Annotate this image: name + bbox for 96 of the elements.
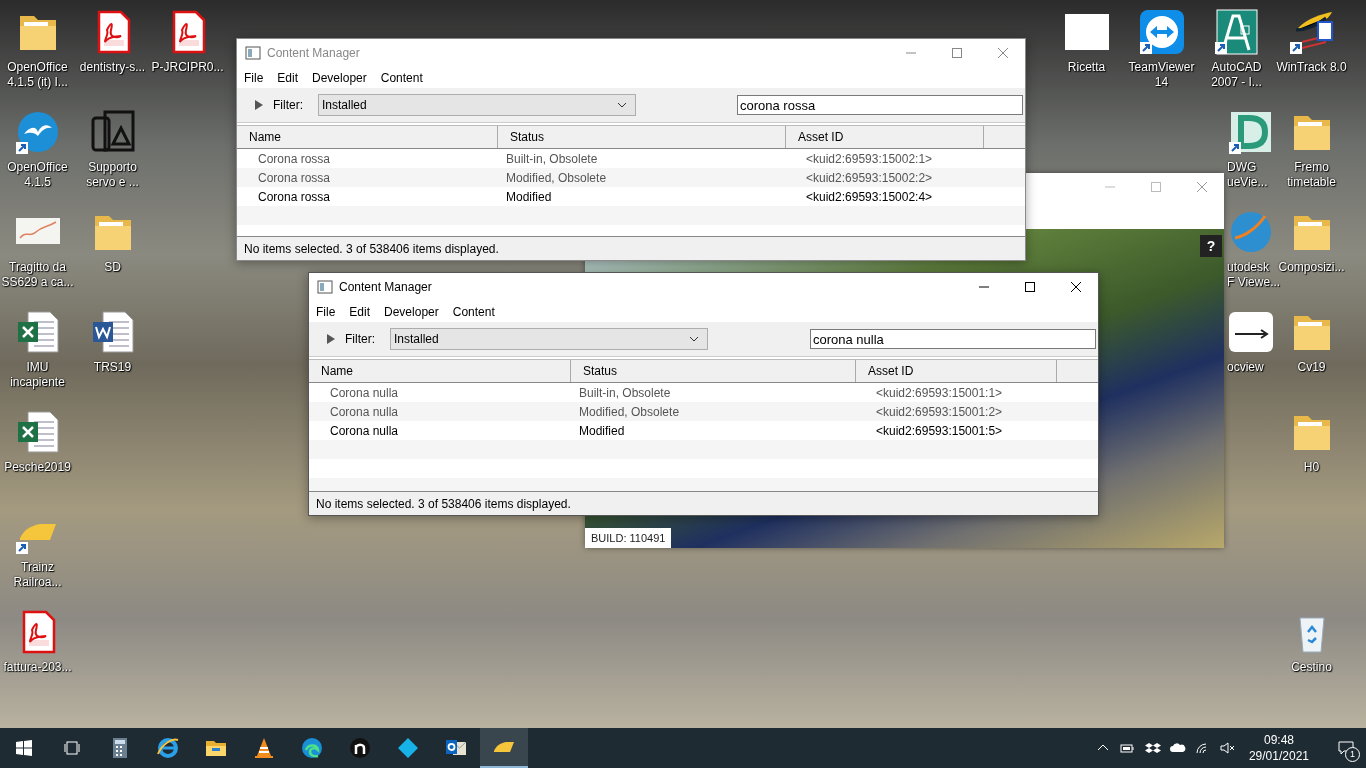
menu-item[interactable]: Developer: [312, 70, 367, 85]
column-header[interactable]: Status: [571, 360, 856, 382]
taskbar-app-button[interactable]: [480, 728, 528, 768]
table-row[interactable]: Corona nulla Modified, Obsolete <kuid2:69593:15001:2>: [309, 402, 1098, 421]
menu-item[interactable]: File: [244, 70, 264, 85]
menu-item[interactable]: Developer: [384, 304, 439, 319]
arrows-logo-icon[interactable]: [1137, 8, 1186, 56]
search-field[interactable]: corona rossa: [737, 95, 1023, 115]
menu-item[interactable]: Edit: [349, 304, 371, 319]
browser-e-icon: [156, 736, 180, 760]
help-button[interactable]: ?: [1200, 235, 1222, 257]
column-header[interactable]: Name: [309, 360, 571, 382]
desktop-icon-label[interactable]: WinTrack 8.0: [1276, 60, 1347, 75]
status-text: No items selected. 3 of 538406 items displayed.: [244, 241, 499, 256]
column-header[interactable]: Status: [498, 126, 786, 148]
desktop-icon-label[interactable]: Tragitto da SS629 a ca...: [1, 260, 74, 290]
wave-logo-icon: [300, 736, 324, 760]
desktop-icon-label[interactable]: IMU incapiente: [10, 360, 65, 390]
table-row[interactable]: Corona rossa Built-in, Obsolete <kuid2:69593:15002:1>: [237, 149, 1025, 168]
table-row[interactable]: Corona nulla Built-in, Obsolete <kuid2:69593:15001:1>: [309, 383, 1098, 402]
window-title: Content Manager: [267, 46, 360, 60]
drafting-logo-icon[interactable]: [1212, 8, 1261, 56]
table-cell-text: <kuid2:69593:15001:1>: [875, 385, 1004, 400]
desktop-icon-label[interactable]: Supporto servo e ...: [86, 160, 139, 190]
menu-item[interactable]: Edit: [277, 70, 299, 85]
time-text: 09:48: [1263, 732, 1294, 748]
windows-logo-icon: [16, 740, 32, 756]
status-text: No items selected. 3 of 538406 items displayed.: [316, 496, 571, 511]
table-row[interactable]: Corona rossa Modified, Obsolete <kuid2:69593:15002:2>: [237, 168, 1025, 187]
window-app-icon: [317, 279, 333, 295]
table-cell-text: Corona nulla: [329, 385, 400, 400]
search-field[interactable]: corona nulla: [810, 329, 1096, 349]
expand-arrow-icon[interactable]: [255, 100, 263, 110]
desktop-icon-label[interactable]: TRS19: [93, 360, 132, 375]
notification-badge: 1: [1345, 747, 1360, 762]
table-row[interactable]: Corona rossa Modified <kuid2:69593:15002:4>: [237, 187, 1025, 206]
desktop-icon-label[interactable]: DWG ueVie...: [1227, 160, 1268, 190]
table-cell-text: Modified, Obsolete: [578, 404, 681, 419]
build-number: BUILD: 110491: [585, 528, 672, 548]
desktop-icon-label[interactable]: AutoCAD 2007 - I...: [1211, 60, 1262, 90]
caret-icon: [617, 102, 627, 108]
desktop-icon-label[interactable]: TeamViewer 14: [1128, 60, 1195, 90]
notifications-button[interactable]: 1: [1326, 728, 1366, 768]
menu-item[interactable]: File: [316, 304, 336, 319]
desktop-icon-label[interactable]: SD: [104, 260, 121, 275]
table-cell-text: <kuid2:69593:15001:5>: [875, 423, 1004, 438]
desktop-icon-label[interactable]: P-JRCIPR0...: [151, 60, 224, 75]
clock[interactable]: 09:48 29/01/2021: [1248, 732, 1309, 764]
speaker-muted-icon[interactable]: [1219, 742, 1236, 754]
desktop-icon-label[interactable]: Fremo timetable: [1287, 160, 1336, 190]
menu-item[interactable]: Content: [380, 70, 423, 85]
desktop-icon-label[interactable]: dentistry-s...: [79, 60, 146, 75]
diamond-logo-icon: [396, 736, 420, 760]
filter-label: Filter:: [273, 98, 303, 112]
table-row[interactable]: Corona nulla Modified <kuid2:69593:15001:5>: [309, 421, 1098, 440]
window-app-icon: [245, 45, 261, 61]
table-cell-text: Modified, Obsolete: [505, 170, 608, 185]
table-cell-text: Corona nulla: [329, 404, 400, 419]
dropbox-icon[interactable]: [1144, 742, 1161, 754]
table-cell-text: <kuid2:69593:15001:2>: [875, 404, 1004, 419]
round-logo-icon: [348, 736, 372, 760]
menu-item[interactable]: Content: [452, 304, 495, 319]
column-header[interactable]: Name: [237, 126, 498, 148]
battery-icon[interactable]: [1119, 742, 1136, 754]
table-cell-text: Modified: [505, 189, 553, 204]
table-cell-text: Built-in, Obsolete: [505, 151, 599, 166]
close-icon[interactable]: [1070, 281, 1082, 293]
desktop-icon-label[interactable]: Composizi...: [1278, 260, 1345, 275]
expand-arrow-icon[interactable]: [327, 334, 335, 344]
filter-dropdown[interactable]: Installed: [318, 94, 636, 116]
desktop-icon-label[interactable]: Ricetta: [1067, 60, 1106, 75]
cone-icon: [252, 736, 276, 760]
table-cell-text: <kuid2:69593:15002:4>: [805, 189, 934, 204]
date-text: 29/01/2021: [1248, 748, 1309, 764]
desktop-icon-label[interactable]: ocview: [1227, 360, 1264, 375]
desktop-icon-label[interactable]: OpenOffice 4.1.5 (it) I...: [7, 60, 68, 90]
filter-label: Filter:: [345, 332, 375, 346]
table-cell-text: Modified: [578, 423, 626, 438]
window-title: Content Manager: [339, 280, 432, 294]
table-cell-text: <kuid2:69593:15002:1>: [805, 151, 934, 166]
table-cell-text: Corona nulla: [329, 423, 400, 438]
cloud-icon[interactable]: [1169, 742, 1186, 754]
table-cell-text: Built-in, Obsolete: [578, 385, 672, 400]
table-cell-text: Corona rossa: [257, 189, 332, 204]
column-header[interactable]: Asset ID: [856, 360, 1057, 382]
desktop-icon-label[interactable]: Cv19: [1297, 360, 1326, 375]
table-cell-text: Corona rossa: [257, 151, 332, 166]
table-cell-text: <kuid2:69593:15002:2>: [805, 170, 934, 185]
caret-icon: [689, 336, 699, 342]
table-cell-text: Corona rossa: [257, 170, 332, 185]
speech-bubble-icon: [1338, 741, 1354, 755]
filter-dropdown[interactable]: Installed: [390, 328, 708, 350]
desktop-icon-label[interactable]: OpenOffice 4.1.5: [7, 160, 68, 190]
task-view-icon: [64, 740, 80, 756]
maximize-icon[interactable]: [1024, 281, 1036, 293]
column-header[interactable]: Asset ID: [786, 126, 984, 148]
